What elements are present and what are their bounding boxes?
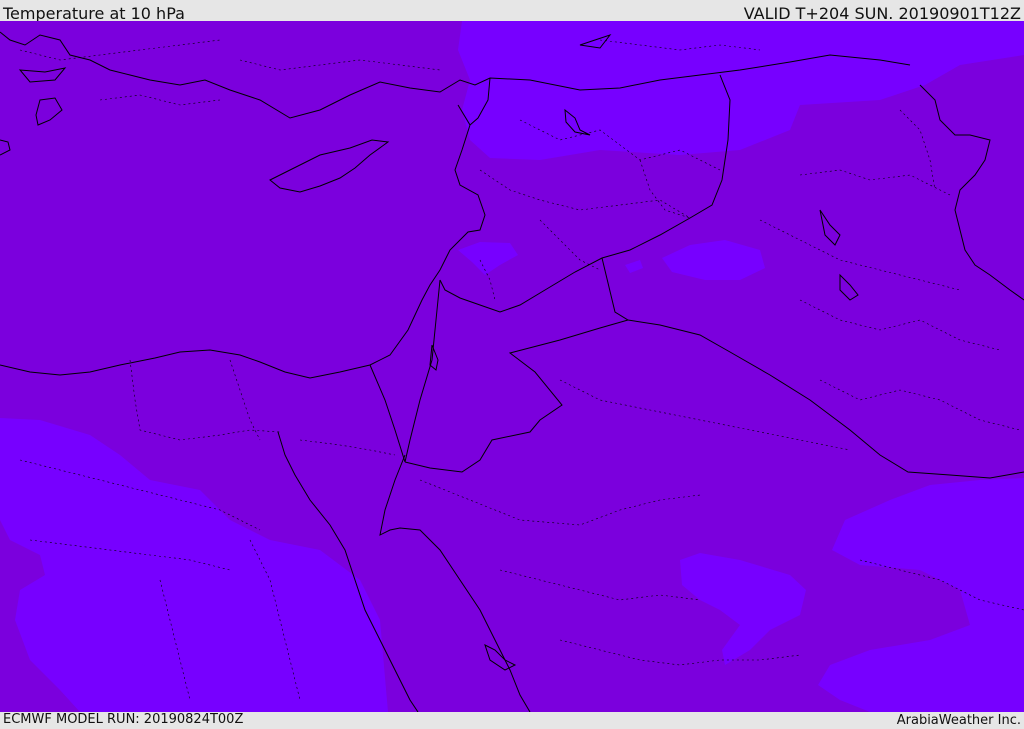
credit-label: ArabiaWeather Inc. xyxy=(896,713,1021,728)
model-run-label: ECMWF MODEL RUN: 20190824T00Z xyxy=(3,712,244,727)
weather-map xyxy=(0,21,1024,712)
header-bar: Temperature at 10 hPa VALID T+204 SUN. 2… xyxy=(0,0,1024,23)
cold-region-spot xyxy=(139,654,157,666)
footer-bar: ECMWF MODEL RUN: 20190824T00Z ArabiaWeat… xyxy=(0,712,1024,729)
map-canvas xyxy=(0,21,1024,712)
cold-region-spot xyxy=(277,692,293,712)
